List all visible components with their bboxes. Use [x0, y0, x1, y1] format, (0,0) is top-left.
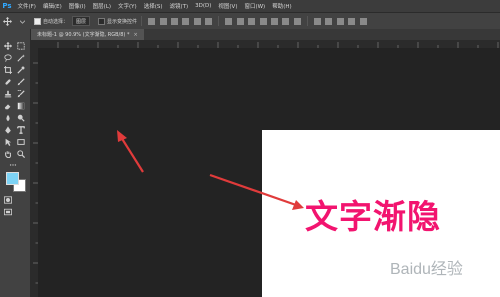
- annotation-arrow-text: [209, 173, 304, 210]
- annotation-arrows: [117, 130, 304, 210]
- annotation-arrow-workspace: [117, 130, 144, 173]
